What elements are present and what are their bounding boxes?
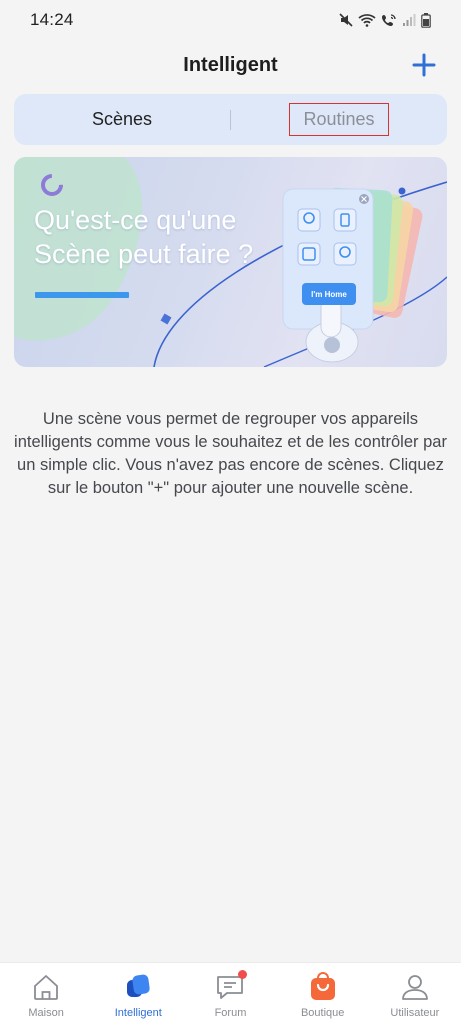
- banner-headline-line1: Qu'est-ce qu'une: [34, 205, 237, 235]
- status-icons: [339, 12, 431, 28]
- empty-state-message: Une scène vous permet de regrouper vos a…: [14, 410, 447, 497]
- im-home-scene-button: I'm Home: [302, 283, 356, 305]
- nav-item-utilisateur[interactable]: Utilisateur: [369, 963, 461, 1024]
- scene-routine-tabs: Scènes Routines: [14, 94, 447, 145]
- shop-bag-icon: [307, 971, 339, 1003]
- nav-label-maison: Maison: [28, 1007, 64, 1019]
- nav-label-forum: Forum: [214, 1007, 247, 1019]
- banner-underline: [35, 292, 129, 298]
- header: Intelligent: [0, 40, 461, 90]
- battery-icon: [421, 12, 431, 28]
- nav-item-boutique[interactable]: Boutique: [277, 963, 369, 1024]
- wifi-call-icon: [381, 13, 397, 27]
- wifi-icon: [358, 13, 376, 27]
- nav-item-forum[interactable]: Forum: [184, 963, 276, 1024]
- add-scene-button[interactable]: [409, 50, 439, 80]
- banner-headline-line2: Scène peut faire ?: [34, 239, 254, 269]
- mute-icon: [339, 13, 353, 27]
- tab-scenes-label: Scènes: [91, 109, 153, 129]
- bottom-nav: Maison Intelligent Forum Boutique Utilis…: [0, 962, 461, 1024]
- plus-icon: [412, 53, 436, 77]
- home-icon: [30, 971, 62, 1003]
- smart-icon: [122, 971, 154, 1003]
- banner-headline: Qu'est-ce qu'une Scène peut faire ?: [34, 203, 294, 271]
- nav-item-maison[interactable]: Maison: [0, 963, 92, 1024]
- tab-scenes[interactable]: Scènes: [14, 94, 230, 145]
- nav-label-intelligent: Intelligent: [114, 1007, 162, 1019]
- page-title: Intelligent: [183, 53, 278, 76]
- user-icon: [399, 971, 431, 1003]
- status-bar: 14:24: [0, 0, 461, 40]
- nav-label-boutique: Boutique: [300, 1007, 345, 1019]
- signal-icon: [402, 13, 416, 27]
- tab-routines[interactable]: Routines: [231, 94, 447, 145]
- nav-item-intelligent[interactable]: Intelligent: [92, 963, 184, 1024]
- scene-info-banner[interactable]: Qu'est-ce qu'une Scène peut faire ? I'm …: [14, 157, 447, 367]
- nav-label-utilisateur: Utilisateur: [390, 1007, 440, 1019]
- status-time: 14:24: [30, 10, 74, 29]
- tab-routines-label: Routines: [289, 103, 389, 136]
